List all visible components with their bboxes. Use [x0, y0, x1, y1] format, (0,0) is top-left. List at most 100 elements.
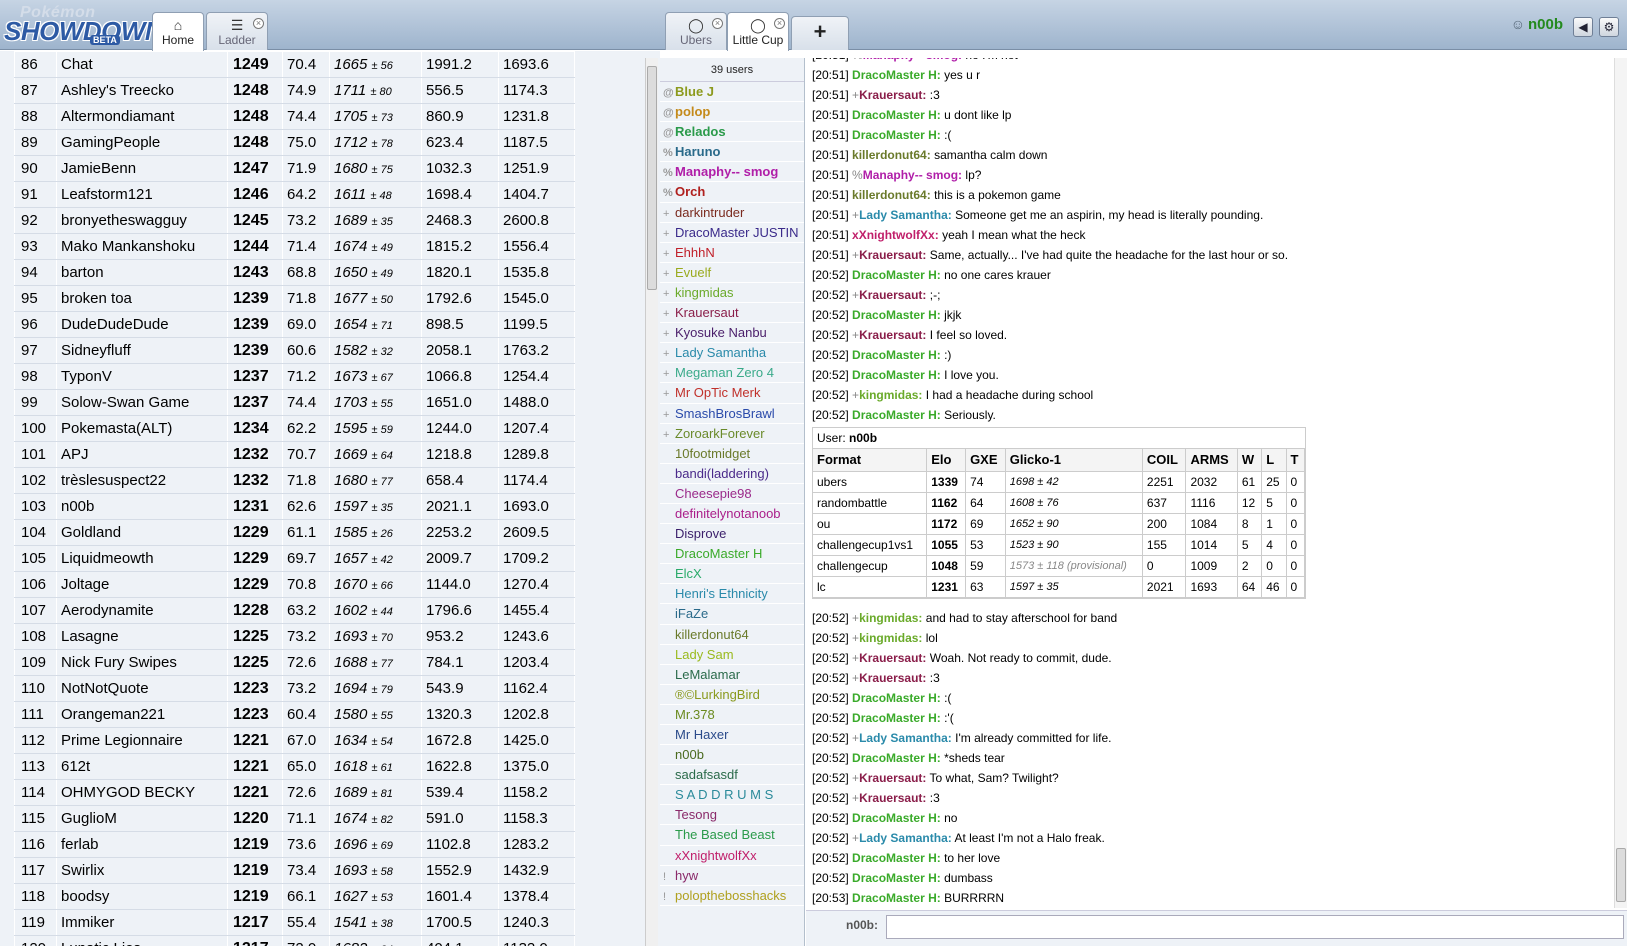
ladder-cell-name[interactable]: JamieBenn [56, 155, 228, 182]
chat-author[interactable]: xXnightwolfXx: [852, 228, 939, 242]
ladder-cell-name[interactable]: Altermondiamant [56, 103, 228, 130]
ladder-cell-name[interactable]: Leafstorm121 [56, 181, 228, 208]
userlist-item[interactable]: S A D D R U M S [660, 785, 804, 806]
close-icon[interactable]: × [253, 18, 264, 29]
ladder-cell-name[interactable]: Ashley's Treecko [56, 77, 228, 104]
close-icon[interactable]: × [774, 18, 785, 29]
chat-author[interactable]: DracoMaster H: [852, 128, 941, 142]
chat-author[interactable]: +Krauersaut: [852, 248, 926, 262]
chat-scrollbar[interactable] [1614, 58, 1627, 908]
chat-author[interactable]: +Krauersaut: [852, 671, 926, 685]
userlist-item[interactable]: definitelynotanoob [660, 504, 804, 525]
showdown-logo[interactable]: Pokémon SHOWDOWN! BETA [2, 2, 172, 48]
tab-little-cup[interactable]: ◯ Little Cup × [727, 12, 789, 51]
userlist-item[interactable]: The Based Beast [660, 825, 804, 846]
userlist-item[interactable]: Cheesepie98 [660, 484, 804, 504]
ladder-cell-name[interactable]: barton [56, 259, 228, 286]
ladder-cell-name[interactable]: DudeDudeDude [56, 311, 228, 338]
chat-author[interactable]: DracoMaster H: [852, 308, 941, 322]
ladder-cell-name[interactable]: Solow-Swan Game [56, 389, 228, 416]
chat-author[interactable]: +Lady Samantha: [852, 208, 952, 222]
userlist-item[interactable]: + Megaman Zero 4 [660, 363, 804, 384]
chat-author[interactable]: DracoMaster H: [852, 751, 941, 765]
userlist-item[interactable]: @polop [660, 102, 804, 123]
ladder-cell-name[interactable]: 612t [56, 753, 228, 780]
ladder-cell-name[interactable]: Pokemasta(ALT) [56, 415, 228, 442]
userlist-item[interactable]: + Kyosuke Nanbu [660, 323, 804, 344]
ladder-cell-name[interactable]: Nick Fury Swipes [56, 649, 228, 676]
chat-input[interactable] [886, 915, 1624, 939]
ladder-cell-name[interactable]: Chat [56, 51, 228, 78]
chat-author[interactable]: +Lady Samantha: [852, 731, 952, 745]
ladder-cell-name[interactable]: Orangeman221 [56, 701, 228, 728]
userlist-item[interactable]: + ZoroarkForever [660, 424, 804, 444]
chat-author[interactable]: DracoMaster H: [852, 811, 941, 825]
userlist-item[interactable]: bandi(laddering) [660, 464, 804, 484]
userlist-item[interactable]: Mr.378 [660, 705, 804, 725]
ladder-cell-name[interactable]: boodsy [56, 883, 228, 910]
userlist-item[interactable]: + SmashBrosBrawl [660, 404, 804, 424]
chat-author[interactable]: DracoMaster H: [852, 348, 941, 362]
ladder-cell-name[interactable]: Sidneyfluff [56, 337, 228, 364]
chat-author[interactable]: %Manaphy-- smog: [852, 168, 962, 182]
userlist-item[interactable]: iFaZe [660, 604, 804, 625]
userlist-item[interactable]: Lady Sam [660, 645, 804, 665]
userlist-item[interactable]: + Krauersaut [660, 303, 804, 324]
userlist-item[interactable]: + kingmidas [660, 283, 804, 304]
ladder-cell-name[interactable]: Immiker [56, 909, 228, 936]
chat-author[interactable]: +Krauersaut: [852, 88, 926, 102]
userlist-item[interactable]: + Evuelf [660, 263, 804, 283]
userlist-item[interactable]: xXnightwolfXx [660, 846, 804, 866]
userlist-item[interactable]: + EhhhN [660, 243, 804, 263]
chat-author[interactable]: DracoMaster H: [852, 691, 941, 705]
ladder-cell-name[interactable]: NotNotQuote [56, 675, 228, 702]
tab-ubers[interactable]: ◯ Ubers × [665, 12, 727, 50]
ladder-cell-name[interactable]: n00b [56, 493, 228, 520]
chat-author[interactable]: DracoMaster H: [852, 851, 941, 865]
chat-author[interactable]: +kingmidas: [852, 388, 922, 402]
tab-home[interactable]: ⌂ Home [152, 12, 204, 51]
chat-author[interactable]: +Krauersaut: [852, 328, 926, 342]
userlist-item[interactable]: + darkintruder [660, 203, 804, 223]
ladder-cell-name[interactable]: Swirlix [56, 857, 228, 884]
chat-author[interactable]: DracoMaster H: [852, 891, 941, 905]
ladder-cell-name[interactable]: Mako Mankanshoku [56, 233, 228, 260]
chat-author[interactable]: +Krauersaut: [852, 771, 926, 785]
userlist-item[interactable]: DracoMaster H [660, 544, 804, 565]
ladder-cell-name[interactable]: GuglioM [56, 805, 228, 832]
close-icon[interactable]: × [712, 18, 723, 29]
userlist-item[interactable]: ElcX [660, 564, 804, 585]
chat-author[interactable]: killerdonut64: [852, 148, 931, 162]
chat-author[interactable]: DracoMaster H: [852, 368, 941, 382]
ladder-cell-name[interactable]: TyponV [56, 363, 228, 390]
userlist-item[interactable]: ®©LurkingBird [660, 685, 804, 705]
ladder-cell-name[interactable]: ferlab [56, 831, 228, 858]
chat-author[interactable]: DracoMaster H: [852, 408, 941, 422]
chat-author[interactable]: DracoMaster H: [852, 268, 941, 282]
chat-author[interactable]: +kingmidas: [852, 631, 922, 645]
new-tab-button[interactable]: + [791, 16, 849, 50]
ladder-cell-name[interactable]: Goldland [56, 519, 228, 546]
ladder-cell-name[interactable]: Lunatic Lies [56, 935, 228, 946]
userlist-item[interactable]: % Manaphy-- smog [660, 162, 804, 183]
ladder-cell-name[interactable]: Lasagne [56, 623, 228, 650]
ladder-cell-name[interactable]: APJ [56, 441, 228, 468]
sound-button[interactable]: ◀ [1573, 17, 1593, 37]
chat-author[interactable]: DracoMaster H: [852, 871, 941, 885]
userlist-item[interactable]: % Haruno [660, 142, 804, 163]
userlist-item[interactable]: + Mr OpTic Merk [660, 383, 804, 404]
chat-author[interactable]: +Krauersaut: [852, 651, 926, 665]
userlist-item[interactable]: @Blue J [660, 82, 804, 103]
tab-ladder[interactable]: ☰ Ladder × [206, 12, 268, 50]
userlist-item[interactable]: 10footmidget [660, 444, 804, 464]
userlist-item[interactable]: LeMalamar [660, 665, 804, 685]
userlist-item[interactable]: + Lady Samantha [660, 343, 804, 364]
options-button[interactable]: ⚙ [1599, 17, 1619, 37]
ladder-cell-name[interactable]: GamingPeople [56, 129, 228, 156]
userlist-item[interactable]: killerdonut64 [660, 625, 804, 645]
scrollbar-thumb[interactable] [647, 66, 657, 290]
user-menu[interactable]: ☺ n00b [1511, 16, 1563, 38]
userlist-item[interactable]: Disprove [660, 524, 804, 545]
userlist-item[interactable]: sadafsasdf [660, 765, 804, 786]
ladder-cell-name[interactable]: OHMYGOD BECKY [56, 779, 228, 806]
